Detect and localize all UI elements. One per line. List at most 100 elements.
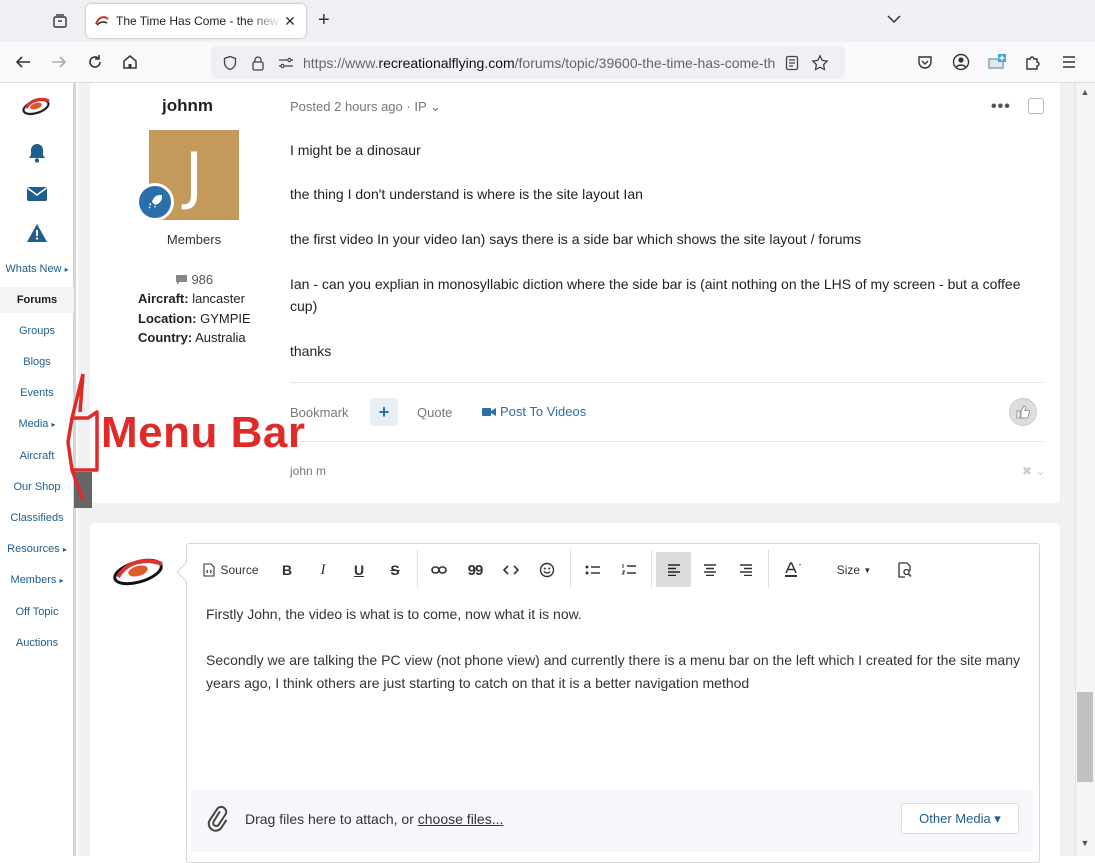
sidebar-item-forums[interactable]: Forums [0,287,74,313]
sidebar-item-label: Resources [7,543,60,555]
toolbar-text-color-icon[interactable] [779,553,807,587]
comment-bubble-icon [175,275,187,285]
sidebar-item-groups[interactable]: Groups [0,325,74,337]
toolbar-emoji-icon[interactable] [536,553,558,587]
toolbar-underline-button[interactable]: U [348,553,370,587]
toolbar-link-icon[interactable] [428,553,450,587]
browser-nav-bar: https://www.recreationalflying.com/forum… [0,42,1095,83]
toolbar-quote-icon[interactable]: 99 [464,553,486,587]
author-field-location: Location: GYMPIE [138,311,251,326]
scrollbar-thumb[interactable] [1077,692,1093,782]
sidebar-item-resources[interactable]: Resources ▸ [0,543,74,555]
sidebar-item-media[interactable]: Media ▸ [0,418,74,430]
account-icon[interactable] [950,51,972,73]
sidebar-item-label: Groups [18,325,56,337]
url-text[interactable]: https://www.recreationalflying.com/forum… [303,55,793,71]
sidebar-item-events[interactable]: Events [0,387,74,399]
post-timestamp[interactable]: Posted 2 hours ago · IP ⌄ [290,99,441,115]
sidebar-item-classifieds[interactable]: Classifieds [0,512,74,524]
url-path: /forums/topic/39600-the-time-has-come-th [514,54,776,71]
site-favicon-icon [95,16,109,26]
toolbar-code-icon[interactable] [500,553,522,587]
address-bar[interactable]: https://www.recreationalflying.com/forum… [211,46,845,79]
extensions-puzzle-icon[interactable] [1022,51,1044,73]
toolbar-size-label: Size [836,563,861,577]
close-tab-icon[interactable]: ✕ [282,13,298,30]
sidebar-item-label: Media [18,418,49,430]
hamburger-menu-icon[interactable] [1058,51,1080,73]
reaction-thumbs-up-icon[interactable] [1009,398,1037,426]
tab-list-icon[interactable] [49,10,71,32]
permissions-icon[interactable] [275,52,297,74]
sidebar-item-our-shop[interactable]: Our Shop [0,481,74,493]
reader-view-icon[interactable] [781,52,803,74]
toolbar-size-dropdown[interactable]: Size ▼ [832,553,876,587]
tab-overflow-chevron-icon[interactable] [886,12,904,26]
extension-screenshot-icon[interactable] [986,51,1008,73]
toolbar-separator [417,550,418,588]
sidebar-item-label: Our Shop [13,481,61,493]
submenu-arrow-icon: ▸ [64,265,69,274]
toolbar-align-center-icon[interactable] [699,553,721,587]
toolbar-bullet-list-icon[interactable] [582,553,604,587]
quote-button[interactable]: Quote [417,405,452,420]
toolbar-align-right-icon[interactable] [735,553,757,587]
toolbar-preview-icon[interactable] [894,553,916,587]
notifications-bell-icon[interactable] [24,140,50,166]
toolbar-italic-button[interactable]: I [312,553,334,587]
sidebar-item-auctions[interactable]: Auctions [0,637,74,649]
editor-paragraph[interactable]: Firstly John, the video is what is to co… [206,603,1026,626]
browser-tab-bar: The Time Has Come - the new ar ✕ + [0,0,1095,42]
post-to-videos-button[interactable]: Post To Videos [482,404,586,419]
post-paragraph: Ian - can you explian in monosyllabic di… [290,276,1021,314]
bookmark-star-icon[interactable] [809,52,831,74]
toolbar-numbered-list-icon[interactable] [618,553,640,587]
toolbar-strikethrough-button[interactable]: S [384,553,406,587]
hide-signature-icon[interactable]: ✖ ⌄ [1022,464,1045,478]
forward-arrow-icon[interactable] [48,51,70,73]
post-options-dots-icon[interactable]: ••• [991,98,1011,116]
reload-icon[interactable] [84,51,106,73]
other-media-button[interactable]: Other Media ▾ [901,803,1019,834]
scroll-up-arrow-icon[interactable]: ▲ [1078,87,1092,97]
choose-files-link[interactable]: choose files... [418,811,504,827]
new-tab-plus-icon[interactable]: + [318,10,330,30]
author-field-country: Country: Australia [138,330,246,345]
editor-pointer-notch [177,562,187,582]
messages-envelope-icon[interactable] [24,181,50,207]
sidebar-item-blogs[interactable]: Blogs [0,356,74,368]
sidebar-item-off-topic[interactable]: Off Topic [0,606,74,618]
chevron-down-icon: ▼ [863,565,872,575]
submenu-arrow-icon: ▸ [62,545,67,554]
sidebar-item-label: Auctions [15,637,59,649]
sidebar-item-whats-new[interactable]: Whats New ▸ [0,263,74,275]
sidebar-item-aircraft[interactable]: Aircraft [0,450,74,462]
post-author-name[interactable]: johnm [162,96,213,116]
url-prefix: https://www. [303,54,379,71]
sidebar-item-label: Forums [16,294,58,306]
shield-icon[interactable] [219,52,241,74]
add-plus-button[interactable]: + [370,398,398,426]
attachment-instructions: Drag files here to attach, or choose fil… [245,811,504,827]
warning-triangle-icon[interactable] [24,220,50,246]
submenu-arrow-icon: ▸ [51,420,56,429]
post-select-checkbox[interactable] [1028,98,1044,114]
scroll-down-arrow-icon[interactable]: ▼ [1078,838,1092,848]
post-paragraph: I might be a dinosaur [290,142,421,158]
annotation-arrow-icon [66,373,99,501]
site-logo-icon[interactable] [18,95,54,122]
paperclip-icon [205,804,229,837]
toolbar-source-button[interactable]: Source [198,553,264,587]
toolbar-bold-button[interactable]: B [276,553,298,587]
rank-rocket-icon [136,183,174,221]
browser-tab-active[interactable]: The Time Has Come - the new ar ✕ [86,4,306,38]
home-icon[interactable] [119,51,141,73]
pocket-icon[interactable] [914,51,936,73]
lock-icon[interactable] [247,52,269,74]
back-arrow-icon[interactable] [12,51,34,73]
sidebar-item-label: Blogs [23,356,51,368]
sidebar-item-label: Members [10,574,57,586]
sidebar-item-members[interactable]: Members ▸ [0,574,74,586]
editor-paragraph[interactable]: Secondly we are talking the PC view (not… [206,649,1026,695]
toolbar-align-left-icon[interactable] [656,552,691,587]
